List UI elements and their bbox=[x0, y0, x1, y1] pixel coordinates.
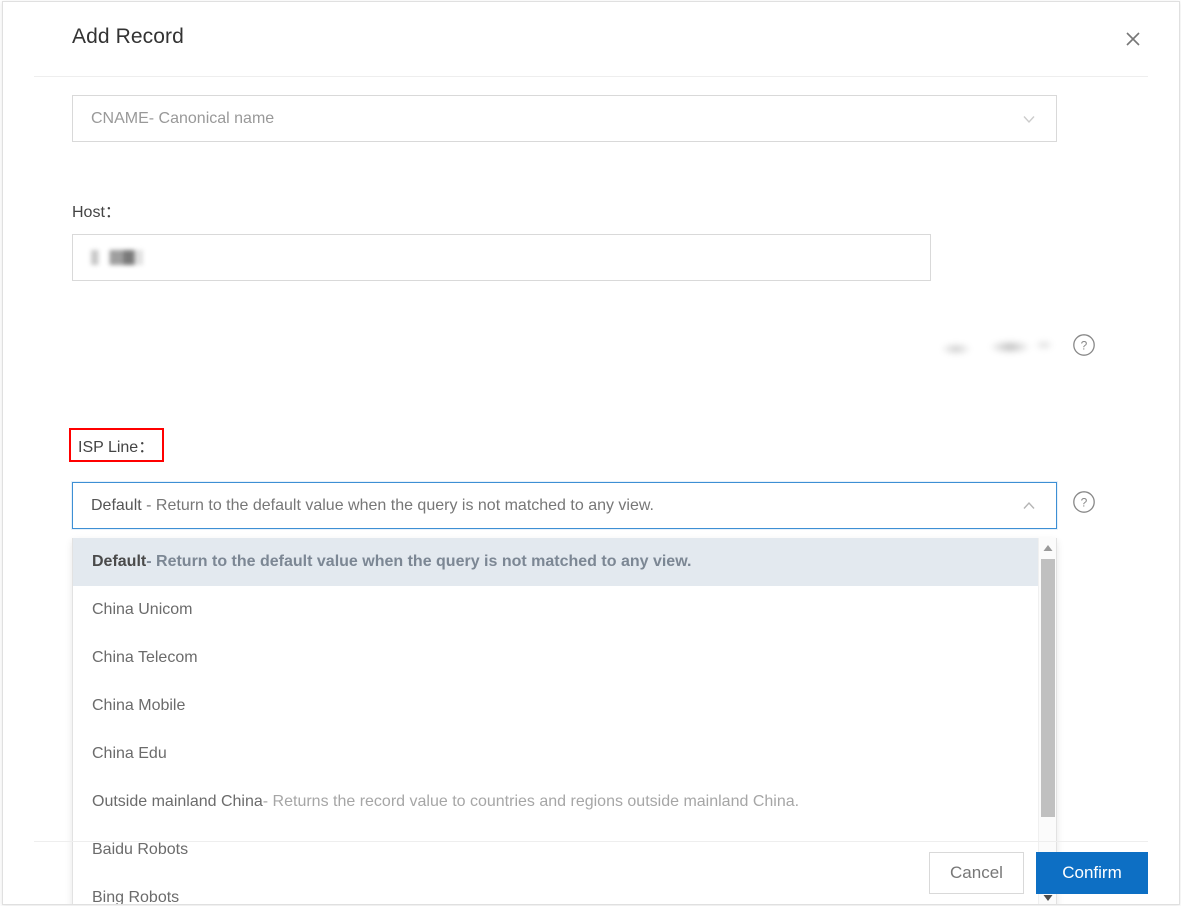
isp-line-value-separator: - bbox=[141, 496, 156, 514]
option-name: China Mobile bbox=[92, 697, 186, 714]
scroll-up-button[interactable] bbox=[1039, 539, 1056, 557]
isp-line-value: Default - Return to the default value wh… bbox=[73, 497, 654, 515]
option-name: China Unicom bbox=[92, 601, 193, 618]
isp-line-select[interactable]: Default - Return to the default value wh… bbox=[72, 482, 1057, 529]
chevron-up-icon bbox=[1020, 483, 1038, 528]
svg-text:?: ? bbox=[1081, 339, 1088, 353]
host-label: Host： bbox=[72, 204, 121, 221]
chevron-down-icon bbox=[1020, 96, 1038, 141]
isp-line-label-highlight: ISP Line： bbox=[69, 428, 165, 462]
isp-line-label: ISP Line： bbox=[78, 439, 155, 456]
host-input[interactable] bbox=[72, 234, 931, 281]
cancel-button[interactable]: Cancel bbox=[929, 852, 1024, 894]
list-item[interactable]: China Unicom bbox=[73, 586, 1038, 634]
triangle-up-icon bbox=[1043, 545, 1053, 551]
dialog-body: CNAME- Canonical name Host： ? ISP Line： bbox=[3, 77, 1179, 904]
close-icon bbox=[1126, 32, 1140, 46]
list-item[interactable]: China Telecom bbox=[73, 634, 1038, 682]
list-item[interactable]: Default - Return to the default value wh… bbox=[73, 538, 1038, 586]
option-name: Default bbox=[92, 553, 147, 570]
list-item[interactable]: Outside mainland China - Returns the rec… bbox=[73, 778, 1038, 826]
list-item[interactable]: China Mobile bbox=[73, 682, 1038, 730]
close-button[interactable] bbox=[1118, 24, 1148, 54]
host-value-redacted bbox=[91, 250, 143, 265]
scrollbar-thumb[interactable] bbox=[1041, 559, 1055, 817]
isp-line-help-icon[interactable]: ? bbox=[1072, 490, 1096, 514]
list-item[interactable]: China Edu bbox=[73, 730, 1038, 778]
dialog-header: Add Record bbox=[34, 2, 1148, 77]
option-description: - Returns the record value to countries … bbox=[262, 793, 800, 810]
confirm-button[interactable]: Confirm bbox=[1036, 852, 1148, 894]
option-description: - Return to the default value when the q… bbox=[146, 553, 692, 570]
dialog-footer: Cancel Confirm bbox=[34, 841, 1148, 904]
add-record-dialog: Add Record CNAME- Canonical name Host： ?… bbox=[2, 1, 1180, 905]
isp-line-value-desc: Return to the default value when the que… bbox=[155, 496, 654, 514]
option-name: China Edu bbox=[92, 745, 167, 762]
record-type-select[interactable]: CNAME- Canonical name bbox=[72, 95, 1057, 142]
page-title: Add Record bbox=[72, 25, 184, 48]
host-help-icon[interactable]: ? bbox=[1072, 333, 1096, 357]
svg-text:?: ? bbox=[1081, 496, 1088, 510]
host-suffix-redacted bbox=[932, 325, 1064, 368]
option-name: China Telecom bbox=[92, 649, 198, 666]
isp-line-value-name: Default bbox=[91, 496, 142, 514]
record-type-value: CNAME- Canonical name bbox=[91, 109, 275, 127]
option-name: Outside mainland China bbox=[92, 793, 263, 810]
